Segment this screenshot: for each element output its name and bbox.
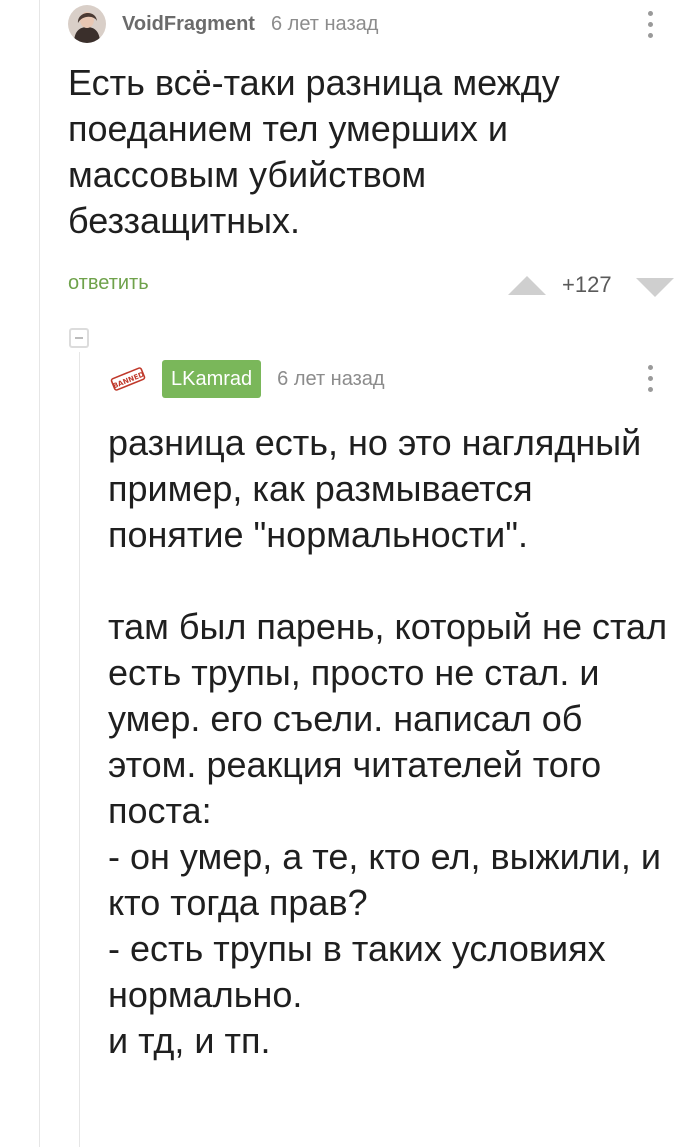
comment-time[interactable]: 6 лет назад (277, 368, 384, 391)
comment-header: VoidFragment 6 лет назад (68, 4, 378, 44)
collapse-thread-button[interactable] (69, 328, 89, 348)
vote-up-icon[interactable] (508, 276, 546, 295)
banned-badge-icon: BANNED (108, 365, 148, 393)
nested-thread-line (79, 352, 80, 1147)
comment-rating: +127 (562, 272, 612, 297)
author-name[interactable]: LKamrad (162, 360, 262, 398)
comment-paragraph: - он умер, а те, кто ел, выжили, и кто т… (108, 836, 661, 923)
comment-paragraph: и тд, и тп. (108, 1020, 271, 1061)
comment-text: Есть всё-таки разница между поеданием те… (68, 62, 560, 241)
avatar[interactable] (68, 5, 106, 43)
more-vertical-icon[interactable] (640, 358, 660, 398)
comment-time[interactable]: 6 лет назад (271, 13, 378, 36)
reply-button[interactable]: ответить (68, 272, 149, 295)
author-name[interactable]: VoidFragment (122, 13, 255, 36)
more-vertical-icon[interactable] (640, 4, 660, 44)
comment-text: разница есть, но это наглядный пример, к… (108, 420, 678, 1064)
comment-paragraph: там был парень, который не стал есть тру… (108, 606, 668, 831)
comment-paragraph: - есть трупы в таких условиях нормально. (108, 928, 606, 1015)
vote-down-icon[interactable] (636, 278, 674, 297)
comment-paragraph: разница есть, но это наглядный пример, к… (108, 422, 642, 555)
thread-line (39, 0, 40, 1147)
comment-header: BANNED LKamrad 6 лет назад (108, 358, 385, 400)
